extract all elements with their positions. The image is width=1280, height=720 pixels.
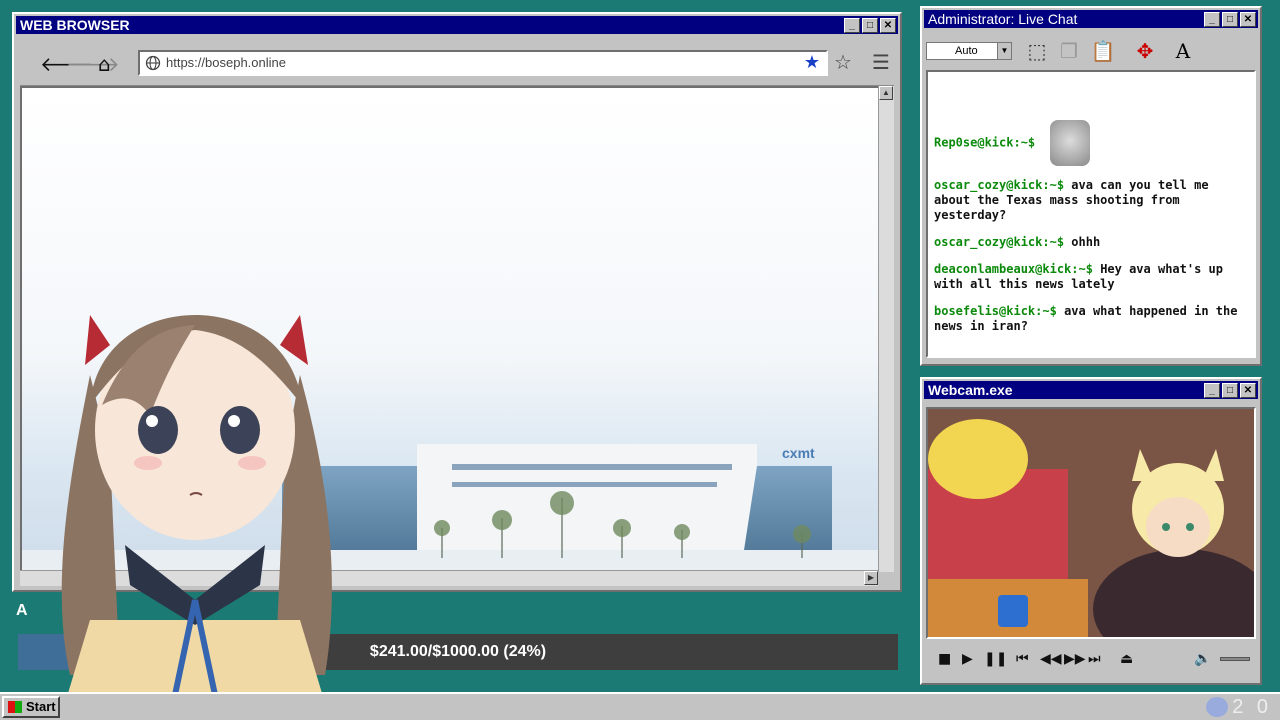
move-icon[interactable]: ✥	[1130, 36, 1160, 66]
eject-icon[interactable]: ⏏	[1120, 651, 1133, 667]
chat-text: ohhh	[1071, 235, 1101, 249]
chat-titlebar[interactable]: Administrator: Live Chat _ □ ✕	[924, 10, 1258, 28]
scroll-up-icon[interactable]: ▲	[879, 86, 893, 100]
skip-back-icon[interactable]: ⏮	[1016, 651, 1029, 667]
maximize-button[interactable]: □	[862, 18, 878, 33]
minimize-button[interactable]: _	[1204, 383, 1220, 398]
chat-username: oscar_cozy@kick:~$	[934, 235, 1065, 249]
webcam-illustration	[928, 409, 1254, 637]
scroll-right-icon[interactable]: ▶	[864, 571, 878, 585]
chat-username: oscar_cozy@kick:~$	[934, 178, 1065, 192]
minimize-button[interactable]: _	[1204, 12, 1220, 27]
chat-message: bosefelis@kick:~$ ava what happened in t…	[934, 304, 1248, 334]
browser-titlebar[interactable]: WEB BROWSER _ □ ✕	[16, 16, 898, 34]
webcam-feed	[926, 407, 1256, 639]
donation-label: A	[16, 602, 28, 619]
chat-toolbar: Auto ▼ ⬚ ❐ 📋 ✥ A	[926, 32, 1256, 70]
hamburger-menu-icon[interactable]: ☰	[872, 50, 890, 74]
fast-forward-icon[interactable]: ▶▶	[1064, 651, 1086, 667]
skip-forward-icon[interactable]: ⏭	[1088, 651, 1101, 667]
volume-icon[interactable]: 🔈	[1194, 651, 1211, 667]
select-icon[interactable]: ⬚	[1022, 36, 1052, 66]
close-button[interactable]: ✕	[1240, 12, 1256, 27]
close-button[interactable]: ✕	[880, 18, 896, 33]
url-bar[interactable]: https://boseph.online ★	[138, 50, 828, 76]
taskbar: Start 2 0	[0, 692, 1280, 720]
vtuber-avatar	[60, 315, 332, 720]
chat-title: Administrator: Live Chat	[928, 11, 1078, 27]
webcam-title: Webcam.exe	[928, 382, 1013, 398]
play-icon[interactable]: ▶	[962, 651, 973, 667]
chat-message: oscar_cozy@kick:~$ ohhh	[934, 235, 1248, 250]
chat-log[interactable]: Rep0se@kick:~$ oscar_cozy@kick:~$ ava ca…	[926, 70, 1256, 358]
webcam-titlebar[interactable]: Webcam.exe _ □ ✕	[924, 381, 1258, 399]
tray-icon[interactable]	[1206, 697, 1228, 717]
home-icon[interactable]: ⌂	[98, 54, 111, 74]
chat-message: oscar_cozy@kick:~$ ava can you tell me a…	[934, 178, 1248, 223]
media-controls: ■ ▶ ❚❚ ⏮ ◀◀ ▶▶ ⏭ ⏏ 🔈	[928, 645, 1254, 675]
font-icon[interactable]: A	[1168, 36, 1198, 66]
font-size-value: Auto	[955, 45, 978, 57]
windows-logo-icon	[8, 701, 22, 713]
pause-icon[interactable]: ❚❚	[984, 651, 1007, 667]
browser-toolbar: 🡐 🡒 ⌂ https://boseph.online ★ ☆ ☰	[20, 42, 894, 86]
volume-slider[interactable]	[1220, 657, 1250, 661]
taskbar-clock: 2 0	[1232, 696, 1272, 718]
chat-message: deaconlambeaux@kick:~$ Hey ava what's up…	[934, 262, 1248, 292]
maximize-button[interactable]: □	[1222, 383, 1238, 398]
copy-icon[interactable]: ❐	[1054, 36, 1084, 66]
star-filled-icon[interactable]: ★	[804, 52, 820, 74]
chat-username: Rep0se@kick:~$	[934, 135, 1036, 150]
emote-image	[1050, 120, 1091, 166]
maximize-button[interactable]: □	[1222, 12, 1238, 27]
live-chat-window: Administrator: Live Chat _ □ ✕ Auto ▼ ⬚ …	[920, 6, 1262, 366]
vertical-scrollbar[interactable]: ▲	[878, 86, 894, 572]
chat-username: bosefelis@kick:~$	[934, 304, 1057, 318]
url-text: https://boseph.online	[166, 55, 286, 70]
chat-message: Rep0se@kick:~$	[934, 120, 1248, 166]
chevron-down-icon: ▼	[997, 43, 1011, 59]
rewind-icon[interactable]: ◀◀	[1040, 651, 1062, 667]
webcam-window: Webcam.exe _ □ ✕ ■ ▶ ❚❚ ⏮ ◀◀ ▶▶ ⏭ ⏏ 🔈	[920, 377, 1262, 685]
site-logo: cxmt	[782, 445, 815, 461]
chat-spacer	[934, 76, 1248, 120]
globe-icon	[145, 55, 161, 71]
font-size-select[interactable]: Auto ▼	[926, 42, 1012, 60]
browser-title: WEB BROWSER	[20, 17, 130, 33]
forward-arrow-icon[interactable]: 🡒	[66, 54, 120, 74]
close-button[interactable]: ✕	[1240, 383, 1256, 398]
minimize-button[interactable]: _	[844, 18, 860, 33]
stop-icon[interactable]: ■	[938, 651, 951, 667]
chat-username: deaconlambeaux@kick:~$	[934, 262, 1093, 276]
start-button[interactable]: Start	[2, 696, 60, 718]
start-label: Start	[26, 699, 56, 714]
paste-icon[interactable]: 📋	[1088, 36, 1118, 66]
star-outline-icon[interactable]: ☆	[834, 50, 852, 74]
